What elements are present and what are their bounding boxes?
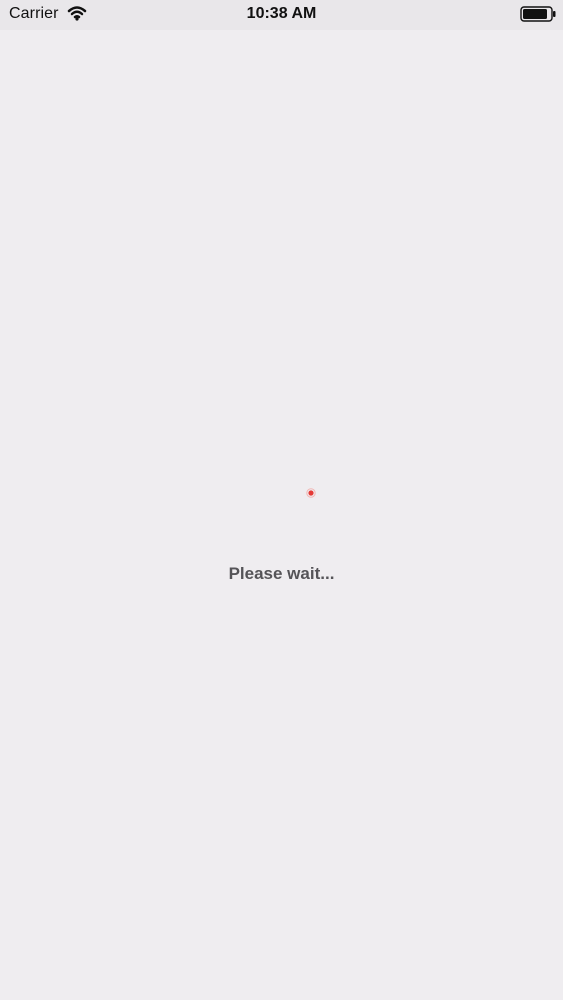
battery-icon bbox=[520, 6, 556, 22]
please-wait-label: Please wait... bbox=[228, 564, 335, 583]
status-bar: Carrier 10:38 AM bbox=[0, 0, 563, 30]
app-screen: Carrier 10:38 AM Please wait... bbox=[0, 0, 563, 1000]
spinner-icon bbox=[306, 488, 316, 498]
status-time: 10:38 AM bbox=[246, 5, 317, 22]
loading-indicator: Please wait... bbox=[0, 470, 563, 600]
